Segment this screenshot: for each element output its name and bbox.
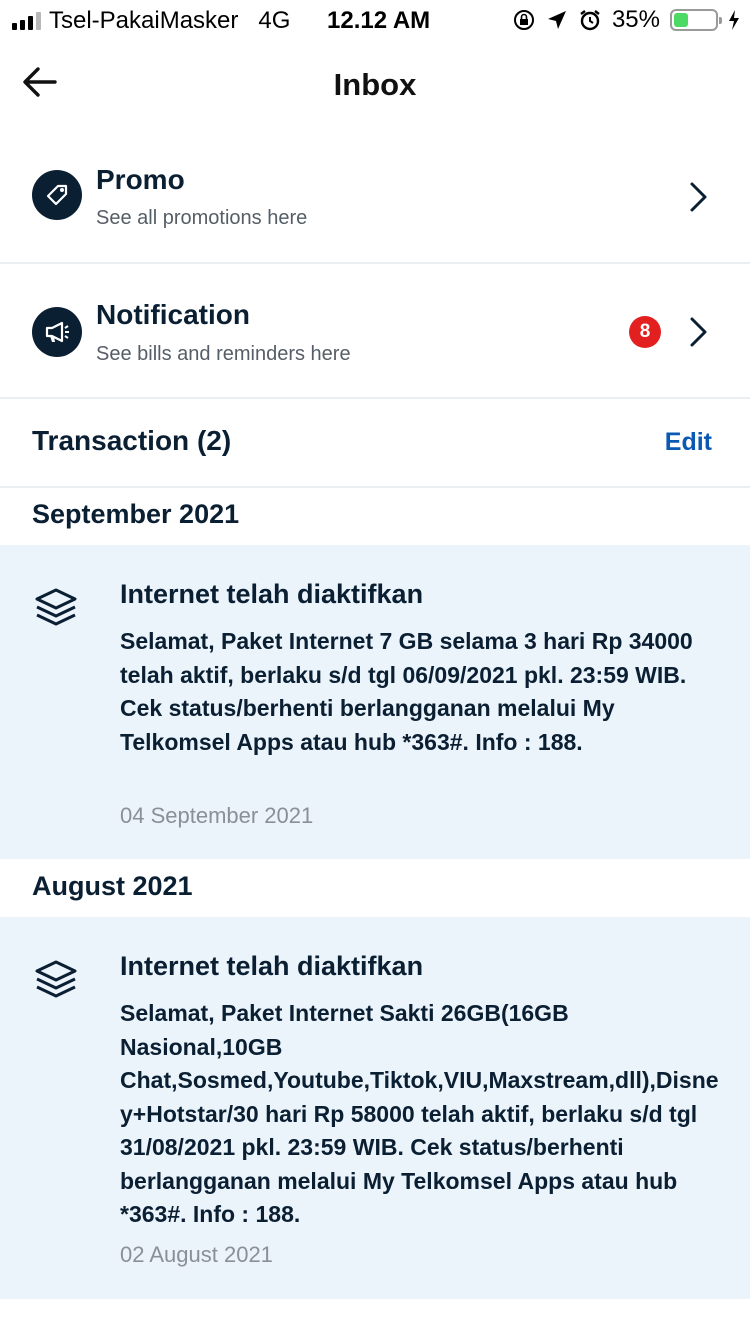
signal-icon [12, 12, 41, 30]
chevron-right-icon [690, 182, 707, 212]
network-type: 4G [258, 7, 291, 34]
battery-percent: 35% [611, 6, 660, 33]
battery-fill [674, 13, 688, 27]
transaction-item[interactable]: Internet telah diaktifkan Selamat, Paket… [0, 545, 750, 859]
tag-icon [32, 170, 82, 220]
status-bar: Tsel-PakaiMasker 4G 12.12 AM 35% [0, 0, 750, 40]
menu-item-promo[interactable]: Promo See all promotions here [0, 130, 750, 264]
carrier-name: Tsel-PakaiMasker [49, 7, 239, 34]
menu-item-title: Notification [96, 299, 250, 330]
battery-icon [670, 9, 722, 31]
month-header: August 2021 [32, 871, 193, 901]
status-right: 35% [512, 6, 740, 34]
alarm-icon [580, 10, 600, 31]
notification-count-badge: 8 [629, 316, 661, 348]
menu-item-title: Promo [96, 164, 185, 195]
location-icon [547, 11, 566, 29]
status-left: Tsel-PakaiMasker 4G [12, 7, 290, 35]
transaction-item[interactable]: Internet telah diaktifkan Selamat, Paket… [0, 917, 750, 1299]
transaction-date: 04 September 2021 [120, 803, 314, 828]
month-header: September 2021 [32, 499, 240, 529]
orientation-lock-icon [513, 10, 534, 30]
menu-item-subtitle: See bills and reminders here [96, 343, 351, 365]
transaction-body: Selamat, Paket Internet 7 GB selama 3 ha… [120, 628, 693, 755]
transaction-title: Internet telah diaktifkan [120, 579, 424, 609]
page-title: Inbox [333, 67, 417, 102]
transaction-body: Selamat, Paket Internet Sakti 26GB(16GB … [120, 1000, 719, 1227]
header: Inbox [0, 40, 750, 130]
transaction-title: Transaction (2) [32, 425, 232, 456]
megaphone-icon [32, 307, 82, 357]
status-time: 12.12 AM [327, 7, 431, 34]
transaction-date: 02 August 2021 [120, 1242, 273, 1267]
layers-icon [35, 960, 77, 998]
transaction-header: Transaction (2) Edit [0, 400, 750, 488]
layers-icon [35, 588, 77, 626]
transaction-title: Internet telah diaktifkan [120, 951, 424, 981]
menu-item-subtitle: See all promotions here [96, 207, 308, 229]
chevron-right-icon [690, 317, 707, 347]
edit-button[interactable]: Edit [665, 428, 712, 457]
charging-icon [729, 10, 739, 30]
menu-item-notification[interactable]: Notification See bills and reminders her… [0, 265, 750, 399]
